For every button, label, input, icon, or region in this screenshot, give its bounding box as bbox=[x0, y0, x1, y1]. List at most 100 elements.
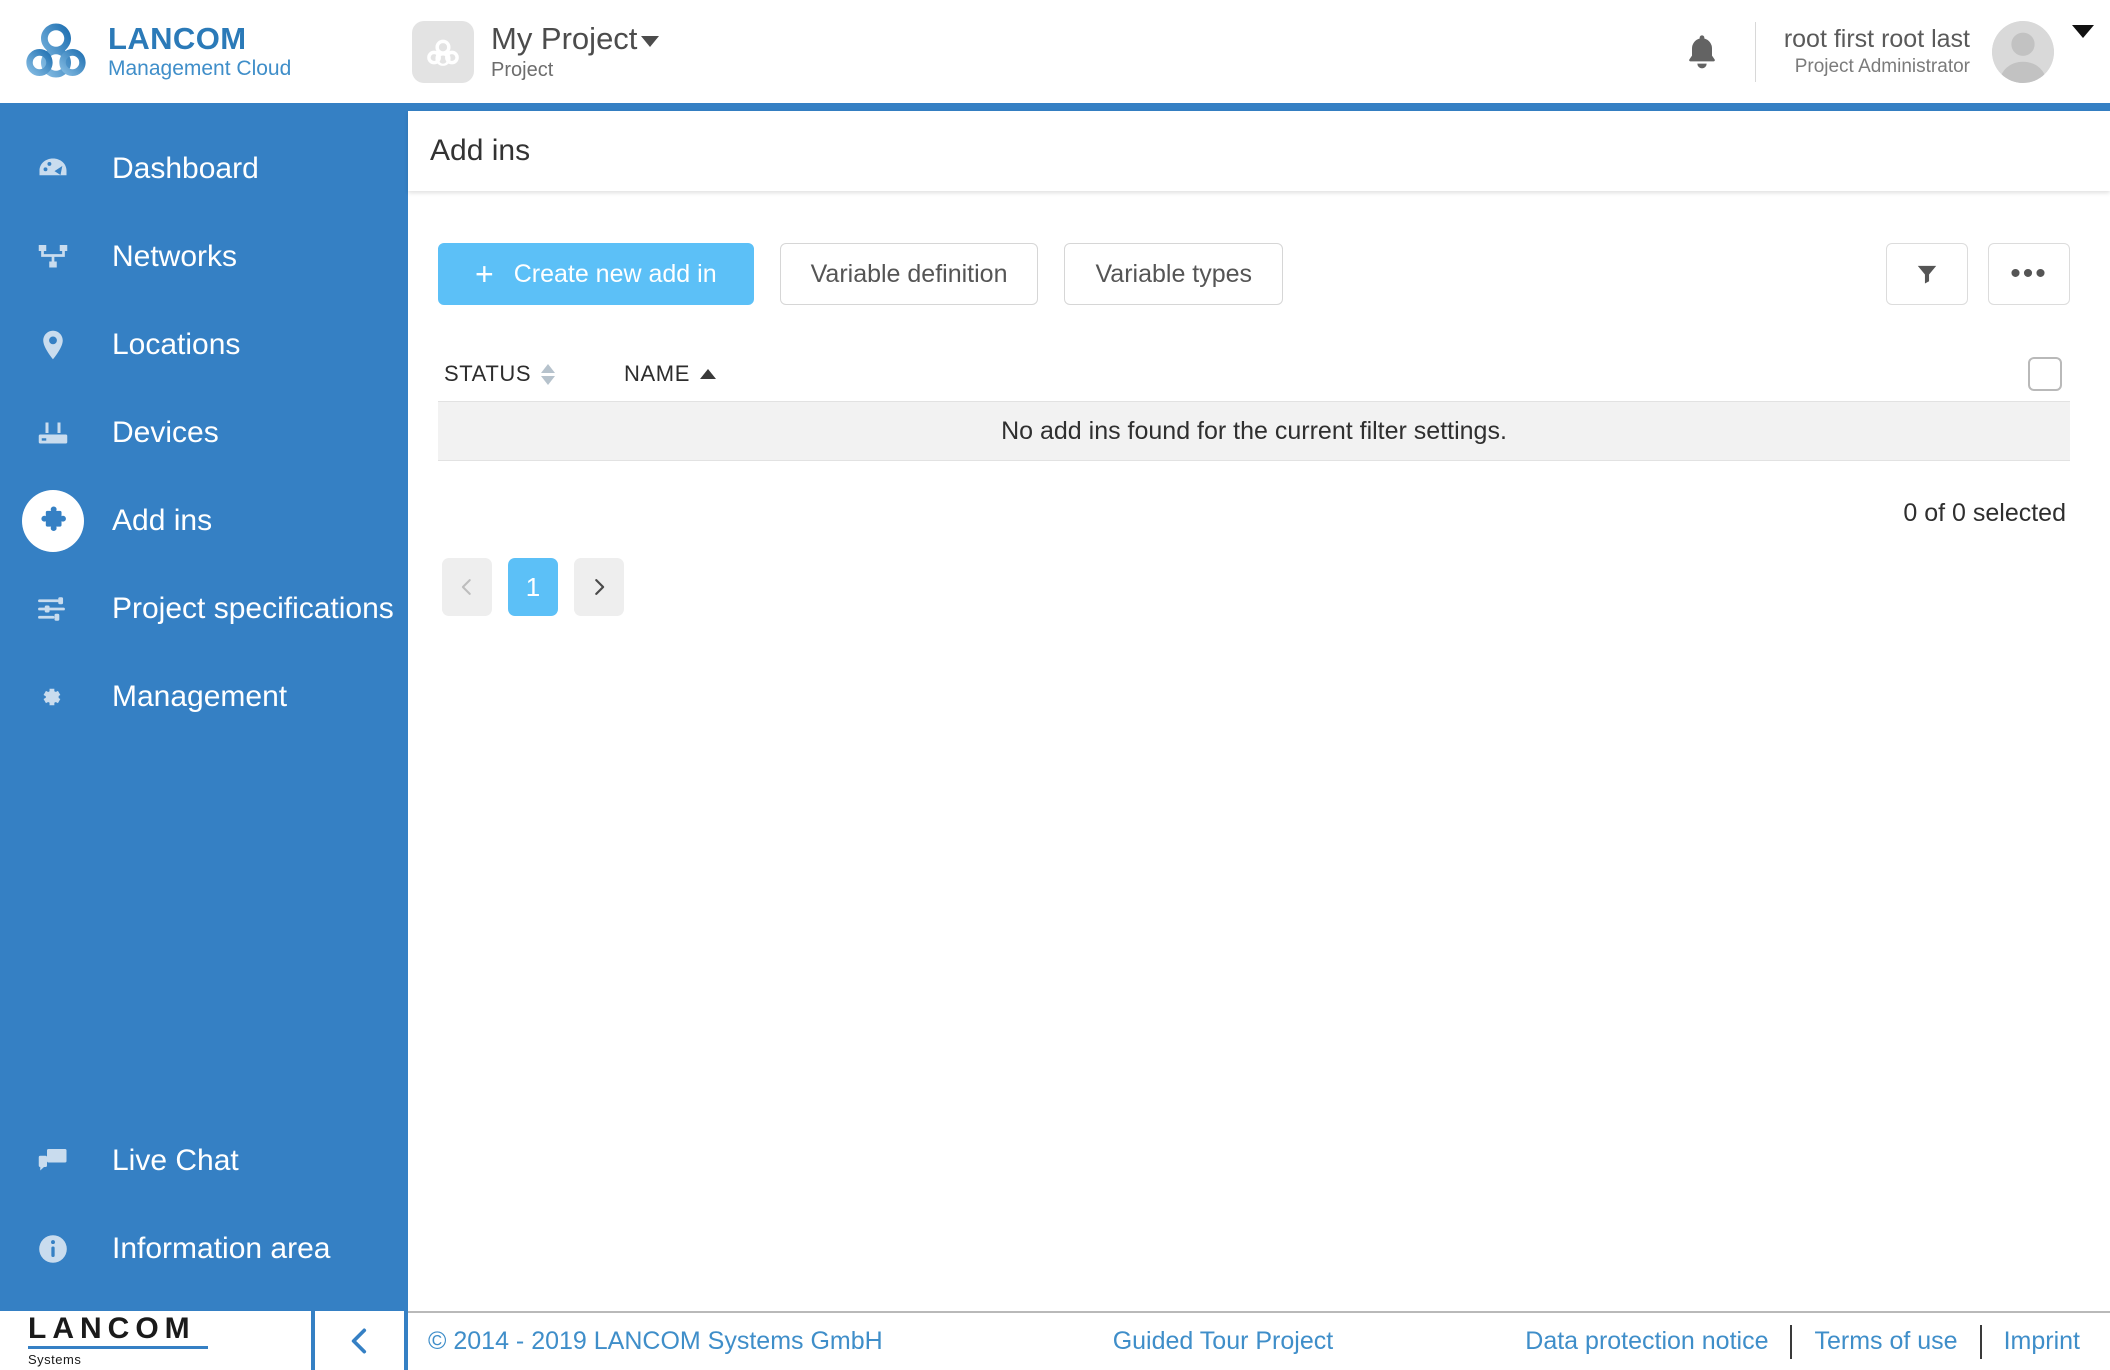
sidebar-item-label: Devices bbox=[112, 416, 219, 450]
sidebar-item-dashboard[interactable]: Dashboard bbox=[0, 125, 408, 213]
user-avatar-icon bbox=[1992, 21, 2054, 83]
lancom-logo-rule bbox=[28, 1346, 208, 1349]
pagination-prev-button[interactable] bbox=[442, 558, 492, 616]
lancom-systems-logo: LANCOM Systems bbox=[28, 1314, 216, 1367]
page-header: Add ins bbox=[408, 111, 2110, 191]
column-header-status[interactable]: STATUS bbox=[444, 361, 624, 387]
sidebar-nav-list: Dashboard Networks bbox=[0, 111, 408, 741]
project-logo-icon bbox=[412, 21, 474, 83]
sort-both-icon bbox=[541, 364, 555, 385]
sidebar-item-project-specifications[interactable]: Project specifications bbox=[0, 565, 408, 653]
sidebar-item-add-ins[interactable]: Add ins bbox=[0, 477, 408, 565]
page-footer: © 2014 - 2019 LANCOM Systems GmbH Guided… bbox=[408, 1311, 2110, 1370]
sidebar-item-locations[interactable]: Locations bbox=[0, 301, 408, 389]
footer-separator bbox=[1980, 1325, 1982, 1359]
selected-count-label: 0 of 0 selected bbox=[438, 499, 2070, 528]
column-header-name[interactable]: NAME bbox=[624, 361, 716, 387]
chevron-left-icon bbox=[456, 576, 478, 598]
top-header-bar: LANCOM Management Cloud My Project Proje… bbox=[0, 0, 2110, 103]
action-toolbar: + Create new add in Variable definition … bbox=[438, 243, 2070, 305]
content-area: + Create new add in Variable definition … bbox=[408, 191, 2110, 616]
device-icon bbox=[22, 402, 84, 464]
project-caret-down-icon[interactable] bbox=[641, 36, 659, 47]
select-all-checkbox[interactable] bbox=[2028, 357, 2062, 391]
plus-icon: + bbox=[475, 258, 494, 290]
pagination-page-1[interactable]: 1 bbox=[508, 558, 558, 616]
bell-icon bbox=[1682, 32, 1722, 72]
more-options-button[interactable]: ••• bbox=[1988, 243, 2070, 305]
sort-asc-arrow bbox=[541, 364, 555, 373]
toolbar-right-actions: ••• bbox=[1886, 243, 2070, 305]
footer-copyright: © 2014 - 2019 LANCOM Systems GmbH bbox=[428, 1327, 883, 1356]
variable-types-button[interactable]: Variable types bbox=[1064, 243, 1283, 305]
footer-link-terms-of-use[interactable]: Terms of use bbox=[1814, 1327, 1957, 1356]
user-role: Project Administrator bbox=[1784, 56, 1970, 78]
user-menu-caret-down-icon[interactable] bbox=[2072, 25, 2094, 38]
project-name: My Project bbox=[491, 22, 637, 56]
sidebar-item-label: Add ins bbox=[112, 504, 212, 538]
sidebar-item-management[interactable]: Management bbox=[0, 653, 408, 741]
header-accent-bar bbox=[0, 103, 2110, 111]
sidebar-bottom-nav: Live Chat Information area bbox=[0, 1117, 408, 1311]
network-icon bbox=[22, 226, 84, 288]
chevron-left-icon bbox=[343, 1324, 377, 1358]
sliders-icon bbox=[22, 578, 84, 640]
brand-text: LANCOM Management Cloud bbox=[108, 23, 291, 80]
sidebar-item-devices[interactable]: Devices bbox=[0, 389, 408, 477]
funnel-icon bbox=[1914, 261, 1940, 287]
map-pin-icon bbox=[22, 314, 84, 376]
sidebar-item-information-area[interactable]: Information area bbox=[0, 1205, 408, 1293]
user-name: root first root last bbox=[1784, 25, 1970, 54]
sort-desc-arrow bbox=[541, 376, 555, 385]
lancom-logo-word: LANCOM bbox=[28, 1314, 216, 1344]
variable-definition-button[interactable]: Variable definition bbox=[780, 243, 1039, 305]
sidebar-collapse-button[interactable] bbox=[311, 1311, 408, 1370]
gear-icon bbox=[22, 666, 84, 728]
sidebar-item-label: Dashboard bbox=[112, 152, 259, 186]
top-header-right: root first root last Project Administrat… bbox=[1671, 0, 2110, 103]
footer-link-imprint[interactable]: Imprint bbox=[2004, 1327, 2080, 1356]
sidebar-item-live-chat[interactable]: Live Chat bbox=[0, 1117, 408, 1205]
add-ins-table: STATUS NAME No add ins found for the cur… bbox=[438, 347, 2070, 461]
chevron-right-icon bbox=[588, 576, 610, 598]
footer-links: Data protection notice Terms of use Impr… bbox=[1525, 1325, 2080, 1359]
pagination: 1 bbox=[438, 558, 2070, 616]
sidebar-item-label: Management bbox=[112, 680, 287, 714]
sidebar-item-networks[interactable]: Networks bbox=[0, 213, 408, 301]
lancom-cloud-logo-icon bbox=[18, 19, 94, 85]
gauge-icon bbox=[22, 138, 84, 200]
table-empty-row: No add ins found for the current filter … bbox=[438, 401, 2070, 461]
chat-bubbles-icon bbox=[22, 1130, 84, 1192]
project-meta: My Project Project bbox=[491, 22, 659, 81]
create-new-add-in-label: Create new add in bbox=[514, 260, 717, 289]
create-new-add-in-button[interactable]: + Create new add in bbox=[438, 243, 754, 305]
ellipsis-icon: ••• bbox=[2010, 268, 2048, 280]
filter-button[interactable] bbox=[1886, 243, 1968, 305]
sidebar-item-label: Locations bbox=[112, 328, 240, 362]
avatar[interactable] bbox=[1992, 21, 2054, 83]
brand-name: LANCOM bbox=[108, 23, 291, 56]
table-empty-message: No add ins found for the current filter … bbox=[1001, 417, 1507, 446]
lancom-logo-sub: Systems bbox=[28, 1352, 216, 1367]
project-switcher[interactable]: My Project Project bbox=[412, 21, 659, 83]
footer-separator bbox=[1790, 1325, 1792, 1359]
sidebar-item-label: Project specifications bbox=[112, 592, 394, 626]
info-circle-icon bbox=[22, 1218, 84, 1280]
sidebar-item-label: Information area bbox=[112, 1232, 330, 1266]
footer-link-data-protection[interactable]: Data protection notice bbox=[1525, 1327, 1768, 1356]
sidebar-item-label: Live Chat bbox=[112, 1144, 239, 1178]
app-root: LANCOM Management Cloud My Project Proje… bbox=[0, 0, 2110, 1370]
header-divider bbox=[1755, 22, 1756, 82]
notifications-button[interactable] bbox=[1671, 21, 1733, 83]
brand-subtitle: Management Cloud bbox=[108, 58, 291, 80]
table-header-row: STATUS NAME bbox=[438, 347, 2070, 401]
footer-guided-tour-link[interactable]: Guided Tour Project bbox=[1113, 1327, 1334, 1356]
user-info[interactable]: root first root last Project Administrat… bbox=[1784, 25, 1970, 79]
column-header-status-label: STATUS bbox=[444, 361, 531, 387]
sidebar: Dashboard Networks bbox=[0, 111, 408, 1311]
pagination-next-button[interactable] bbox=[574, 558, 624, 616]
project-type: Project bbox=[491, 59, 659, 81]
project-name-row: My Project bbox=[491, 22, 659, 56]
sidebar-item-label: Networks bbox=[112, 240, 237, 274]
page-title: Add ins bbox=[430, 134, 530, 168]
